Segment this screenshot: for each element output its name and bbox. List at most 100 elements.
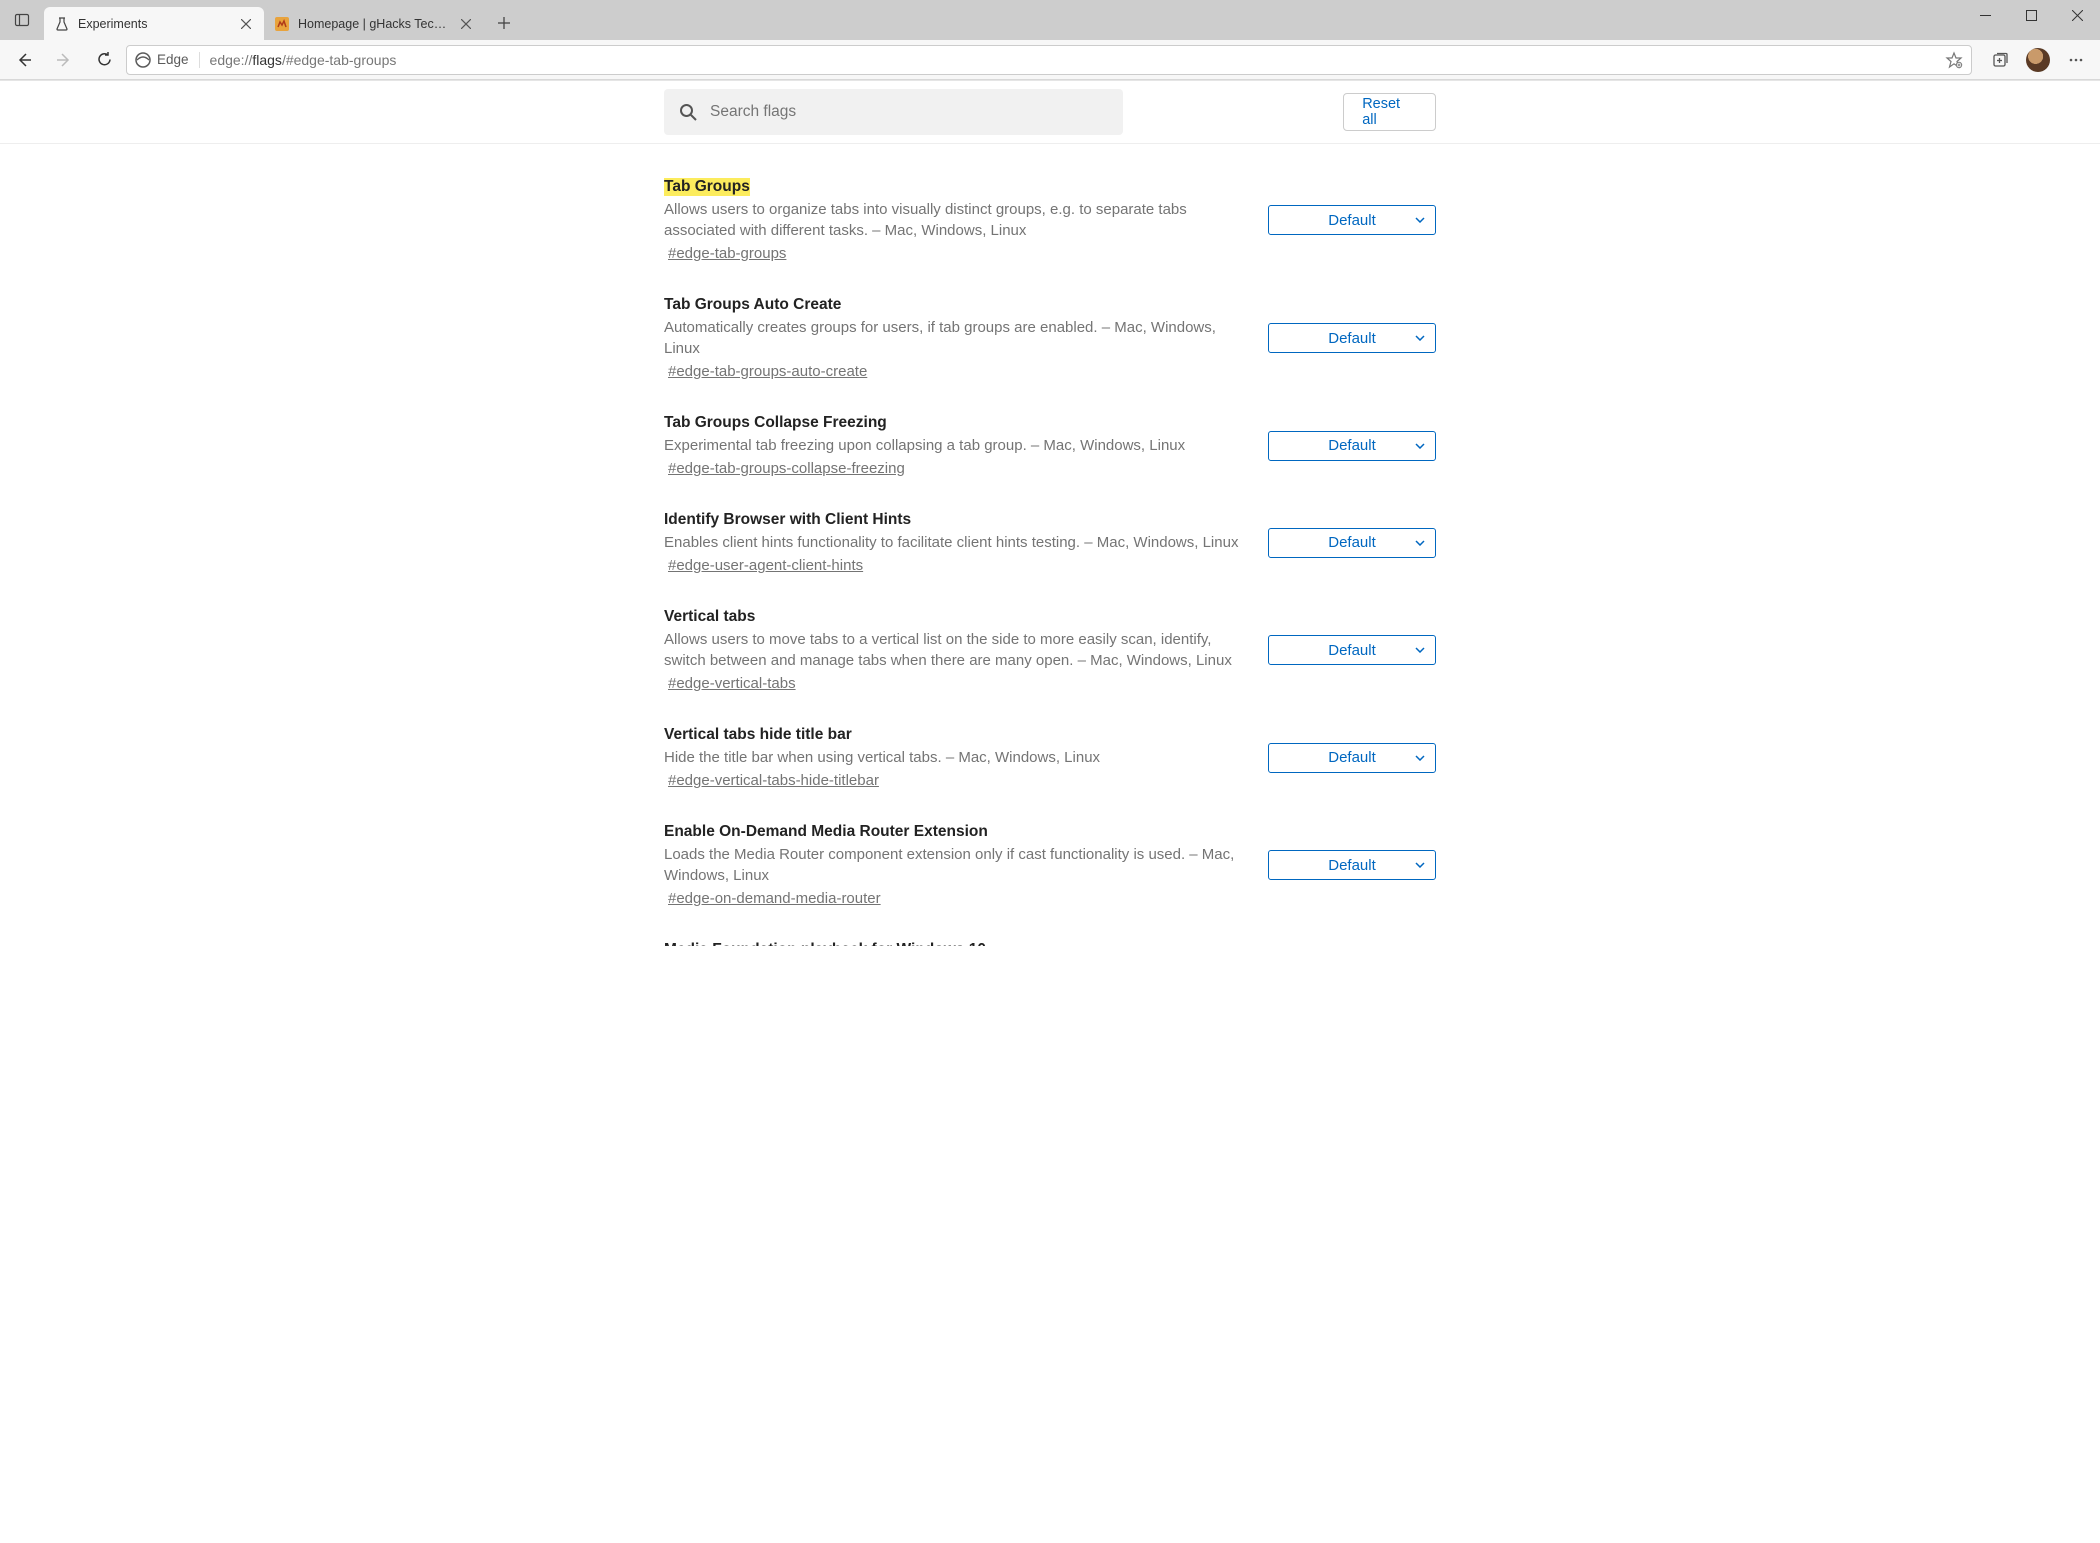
url-suffix: /#edge-tab-groups	[282, 52, 396, 68]
forward-button[interactable]	[46, 44, 82, 76]
flag-anchor-link[interactable]: #edge-vertical-tabs-hide-titlebar	[668, 772, 879, 789]
address-bar[interactable]: Edge edge://flags/#edge-tab-groups	[126, 45, 1972, 75]
flag-text: Tab GroupsAllows users to organize tabs …	[664, 178, 1240, 262]
window-controls	[1962, 0, 2100, 40]
profile-button[interactable]	[2020, 44, 2056, 76]
flag-text: Vertical tabs hide title barHide the tit…	[664, 726, 1240, 789]
tab-close-button[interactable]	[458, 16, 474, 32]
flag-select[interactable]: Default	[1268, 205, 1436, 235]
reset-all-button[interactable]: Reset all	[1343, 93, 1436, 131]
flag-title: Identify Browser with Client Hints	[664, 511, 911, 529]
flag-description: Allows users to organize tabs into visua…	[664, 199, 1240, 241]
tab-title: Experiments	[78, 17, 230, 31]
browser-tab[interactable]: Experiments	[44, 7, 264, 40]
minimize-button[interactable]	[1962, 0, 2008, 30]
flag-anchor: #edge-vertical-tabs-hide-titlebar	[664, 770, 1240, 789]
flag-anchor-link[interactable]: #edge-tab-groups	[668, 245, 786, 262]
flag-description: Experimental tab freezing upon collapsin…	[664, 435, 1240, 456]
tab-title: Homepage | gHacks Technology	[298, 17, 450, 31]
site-identity[interactable]: Edge	[135, 52, 200, 68]
flag-description: Automatically creates groups for users, …	[664, 317, 1240, 359]
close-icon	[2072, 10, 2083, 21]
new-tab-button[interactable]	[488, 7, 520, 39]
flag-select[interactable]: Default	[1268, 323, 1436, 353]
flag-item: Enable On-Demand Media Router Extension L…	[664, 807, 1436, 925]
browser-tab[interactable]: Homepage | gHacks Technology	[264, 7, 484, 40]
flag-anchor: #edge-tab-groups-auto-create	[664, 361, 1240, 380]
chevron-down-icon	[1415, 443, 1425, 449]
flag-title: Enable On-Demand Media Router Extension	[664, 823, 988, 841]
flag-anchor-link[interactable]: #edge-vertical-tabs	[668, 675, 796, 692]
flag-anchor-link[interactable]: #edge-on-demand-media-router	[668, 890, 881, 907]
flask-favicon-icon	[54, 16, 70, 32]
content-area[interactable]: Reset all Tab GroupsAllows users to orga…	[0, 80, 2100, 946]
plus-icon	[497, 16, 511, 30]
flag-item: Tab Groups Auto Create Automatically crea…	[664, 280, 1436, 398]
flag-anchor: #edge-user-agent-client-hints	[664, 555, 1240, 574]
flag-item: Tab Groups Collapse Freezing Experimental…	[664, 398, 1436, 495]
maximize-button[interactable]	[2008, 0, 2054, 30]
tab-close-button[interactable]	[238, 16, 254, 32]
flag-select[interactable]: Default	[1268, 743, 1436, 773]
more-icon	[2067, 51, 2085, 69]
flag-description: Loads the Media Router component extensi…	[664, 844, 1240, 886]
collections-icon	[1991, 51, 2009, 69]
flag-anchor-link[interactable]: #edge-user-agent-client-hints	[668, 557, 863, 574]
flag-anchor: #edge-on-demand-media-router	[664, 888, 1240, 907]
flag-title: Tab Groups Auto Create	[664, 296, 841, 314]
forward-arrow-icon	[55, 51, 73, 69]
flag-title: Media Foundation playback for Windows 10	[664, 941, 986, 946]
titlebar: Experiments Homepage | gHacks Technology	[0, 0, 2100, 40]
flag-anchor-link[interactable]: #edge-tab-groups-collapse-freezing	[668, 460, 905, 477]
chevron-down-icon	[1415, 862, 1425, 868]
flag-select[interactable]: Default	[1268, 528, 1436, 558]
flag-select-value: Default	[1328, 857, 1376, 874]
flag-item: Media Foundation playback for Windows 10	[664, 925, 1436, 946]
chevron-down-icon	[1415, 755, 1425, 761]
flag-item: Identify Browser with Client Hints Enable…	[664, 495, 1436, 592]
url-text: edge://flags/#edge-tab-groups	[210, 52, 397, 68]
flag-select[interactable]: Default	[1268, 635, 1436, 665]
refresh-icon	[96, 51, 113, 68]
search-flags-box[interactable]	[664, 89, 1123, 135]
flag-description: Enables client hints functionality to fa…	[664, 532, 1240, 553]
chevron-down-icon	[1415, 540, 1425, 546]
flag-text: Tab Groups Collapse Freezing Experimental…	[664, 414, 1240, 477]
maximize-icon	[2026, 10, 2037, 21]
flag-select[interactable]: Default	[1268, 850, 1436, 880]
ghacks-favicon-icon	[274, 16, 290, 32]
search-icon	[678, 102, 698, 122]
refresh-button[interactable]	[86, 44, 122, 76]
menu-button[interactable]	[2058, 44, 2094, 76]
favorite-star-icon[interactable]	[1945, 51, 1963, 69]
back-button[interactable]	[6, 44, 42, 76]
close-icon	[461, 19, 471, 29]
flag-anchor-link[interactable]: #edge-tab-groups-auto-create	[668, 363, 867, 380]
flag-anchor: #edge-vertical-tabs	[664, 673, 1240, 692]
tabs-container: Experiments Homepage | gHacks Technology	[44, 0, 484, 40]
flag-description: Allows users to move tabs to a vertical …	[664, 629, 1240, 671]
site-identity-label: Edge	[157, 52, 189, 67]
flag-description: Hide the title bar when using vertical t…	[664, 747, 1240, 768]
back-arrow-icon	[15, 51, 33, 69]
search-flags-input[interactable]	[710, 103, 1109, 121]
flag-text: Media Foundation playback for Windows 10	[664, 941, 1436, 946]
flag-text: Vertical tabsAllows users to move tabs t…	[664, 608, 1240, 692]
flag-item: Vertical tabsAllows users to move tabs t…	[664, 592, 1436, 710]
url-path: flags	[252, 52, 282, 68]
avatar	[2026, 48, 2050, 72]
flag-select[interactable]: Default	[1268, 431, 1436, 461]
edge-logo-icon	[135, 52, 151, 68]
page-header: Reset all	[0, 81, 2100, 144]
flag-text: Enable On-Demand Media Router Extension L…	[664, 823, 1240, 907]
flag-title: Tab Groups Collapse Freezing	[664, 414, 887, 432]
chevron-down-icon	[1415, 647, 1425, 653]
flag-item: Tab GroupsAllows users to organize tabs …	[664, 162, 1436, 280]
flag-select-value: Default	[1328, 642, 1376, 659]
chevron-down-icon	[1415, 335, 1425, 341]
collections-button[interactable]	[1982, 44, 2018, 76]
flags-list: Tab GroupsAllows users to organize tabs …	[664, 162, 1436, 946]
close-window-button[interactable]	[2054, 0, 2100, 30]
tab-actions-button[interactable]	[0, 0, 44, 40]
reset-all-label: Reset all	[1362, 96, 1417, 128]
